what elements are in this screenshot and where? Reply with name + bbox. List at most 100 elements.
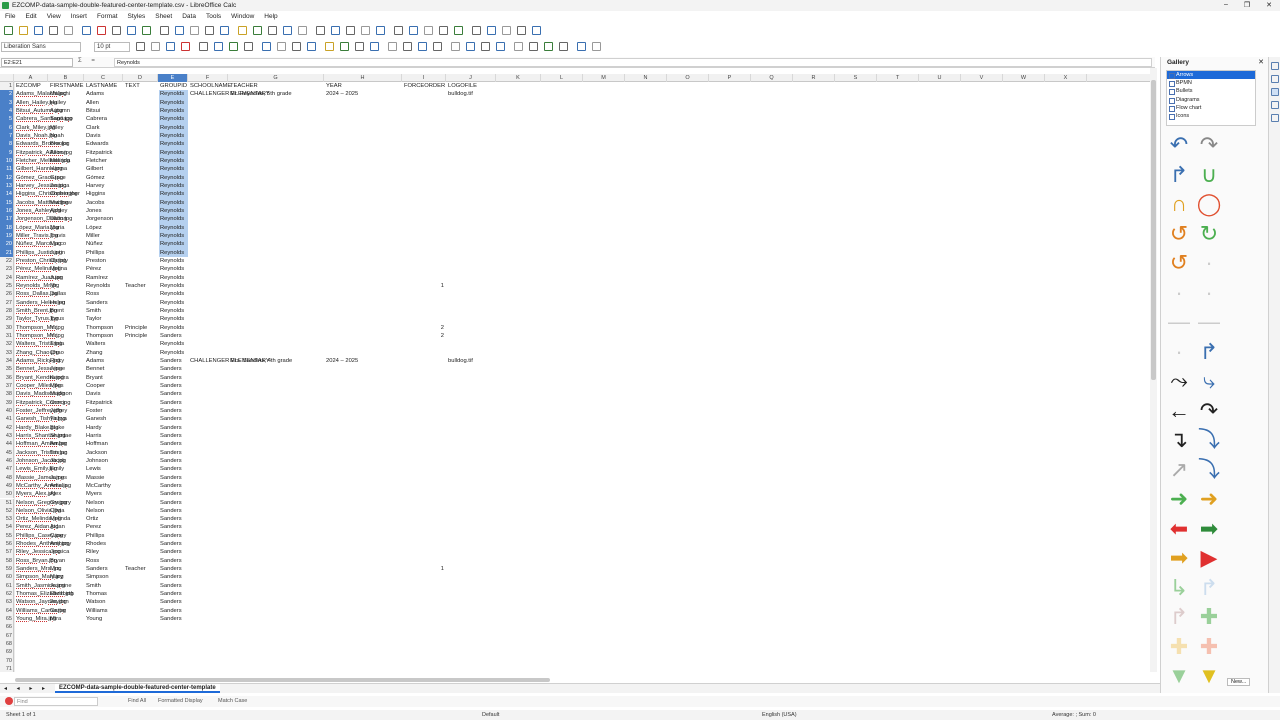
data-cell[interactable]: Reynolds (159, 223, 188, 232)
format-toolbar-icon[interactable] (214, 42, 223, 51)
gallery-arrow-icon[interactable]: · (1165, 279, 1193, 307)
column-title-cell[interactable]: SCHOOLNAME (189, 82, 231, 90)
data-cell[interactable]: Sanders (159, 382, 188, 390)
toolbar-icon[interactable] (112, 26, 121, 35)
row-header[interactable]: 31 (0, 331, 14, 341)
row-header[interactable]: 38 (0, 390, 14, 399)
row-header[interactable]: 47 (0, 465, 14, 474)
toolbar-icon[interactable] (34, 26, 43, 35)
data-cell[interactable]: Madison (49, 390, 84, 398)
toolbar-icon[interactable] (97, 26, 106, 35)
data-cell[interactable]: Sanders (159, 407, 188, 415)
column-title-cell[interactable]: GROUPID (159, 82, 188, 90)
format-toolbar-icon[interactable] (307, 42, 316, 51)
data-cell[interactable]: Casey (49, 532, 84, 540)
column-header-b[interactable]: B (48, 74, 84, 82)
properties-icon[interactable] (1271, 62, 1279, 70)
data-cell[interactable]: Mary (49, 573, 84, 581)
data-cell[interactable]: Reynolds (159, 106, 188, 116)
data-cell[interactable]: Gómez (85, 174, 123, 182)
vertical-scrollbar[interactable] (1150, 68, 1157, 672)
data-cell[interactable]: Sanders (159, 399, 188, 407)
data-cell[interactable]: Amber (49, 440, 84, 448)
data-cell[interactable]: Christopher (49, 190, 84, 198)
data-cell[interactable]: Smith (85, 582, 123, 590)
data-cell[interactable]: Melinda (49, 157, 84, 165)
data-cell[interactable]: Sanders (159, 465, 188, 473)
data-cell[interactable]: Phillips (85, 532, 123, 540)
toolbar-icon[interactable] (502, 26, 511, 35)
data-cell[interactable]: Myers_Alex.jpg (15, 490, 56, 498)
data-cell[interactable]: Jacob (49, 457, 84, 465)
row-header[interactable]: 63 (0, 598, 14, 607)
row-header[interactable]: 12 (0, 173, 14, 182)
data-cell[interactable]: Autumn (49, 107, 84, 115)
data-cell[interactable]: Adams (85, 357, 123, 365)
data-cell[interactable]: Reynolds (159, 257, 188, 265)
gallery-theme-list[interactable]: Arrows BPMN Bullets Diagrams Flow chart Icons (1166, 70, 1256, 126)
format-toolbar-icon[interactable] (292, 42, 301, 51)
data-cell[interactable]: Reynolds (159, 156, 188, 166)
data-cell[interactable]: Nelson_Olivia.jpg (15, 507, 61, 515)
data-cell[interactable]: Pérez_Melina.jpg (15, 265, 61, 273)
menu-item-tools[interactable]: Tools (201, 12, 226, 22)
data-cell[interactable]: Perez_Aidan.jpg (15, 523, 59, 531)
data-cell[interactable]: Smith_Brent.jpg (15, 307, 57, 315)
column-header-o[interactable]: O (667, 74, 709, 82)
gallery-arrow-icon[interactable]: ▶ (1195, 544, 1223, 572)
data-cell[interactable]: Emily (49, 465, 84, 473)
data-cell[interactable]: Johnson (85, 457, 123, 465)
data-cell[interactable]: Dallas (49, 290, 84, 298)
data-cell[interactable]: Clark (85, 124, 123, 132)
gallery-arrow-icon[interactable]: ∪ (1195, 161, 1223, 189)
toolbar-icon[interactable] (283, 26, 292, 35)
gallery-arrow-icon[interactable]: ↺ (1165, 220, 1193, 248)
column-header-f[interactable]: F (188, 74, 228, 82)
find-all-button[interactable]: Find All (128, 698, 146, 704)
data-cell[interactable]: Sanders_Helen.jpg (15, 299, 65, 307)
data-cell[interactable]: 2024 – 2025 (325, 90, 402, 98)
row-header[interactable]: 21 (0, 248, 14, 257)
gallery-arrow-icon[interactable]: ▼ (1165, 662, 1193, 690)
gallery-icon[interactable] (1271, 88, 1279, 96)
data-cell[interactable]: Phillips (85, 249, 123, 257)
data-cell[interactable]: bulldog.tif (447, 90, 496, 98)
data-cell[interactable]: Fitzpatrick (85, 149, 123, 157)
data-cell[interactable]: Edwards_Brooke.jpg (15, 140, 70, 148)
column-header-u[interactable]: U (919, 74, 961, 82)
data-cell[interactable]: Higgins_Christopher.jpg (15, 190, 78, 198)
row-header[interactable]: 4 (0, 106, 14, 116)
name-box[interactable]: E2:E21 (1, 58, 73, 67)
data-cell[interactable]: Aidan (49, 523, 84, 531)
toolbar-icon[interactable] (532, 26, 541, 35)
row-header[interactable]: 8 (0, 140, 14, 149)
row-header[interactable]: 41 (0, 415, 14, 424)
toolbar-icon[interactable] (346, 26, 355, 35)
data-cell[interactable]: Jasmine (49, 582, 84, 590)
data-cell[interactable]: Nelson (85, 499, 123, 507)
row-header[interactable]: 18 (0, 223, 14, 232)
data-cell[interactable]: Dalton (49, 215, 84, 223)
row-header[interactable]: 24 (0, 273, 14, 282)
data-cell[interactable]: Jackson (85, 449, 123, 457)
row-header[interactable]: 45 (0, 448, 14, 457)
data-cell[interactable]: Teacher (124, 565, 158, 573)
row-header[interactable]: 36 (0, 373, 14, 382)
column-title-cell[interactable]: LASTNAME (85, 82, 123, 90)
data-cell[interactable]: Trista (49, 340, 84, 348)
data-cell[interactable]: Bennet_Jesse.jpg (15, 365, 62, 373)
gallery-arrow-icon[interactable]: ⬅ (1165, 515, 1193, 543)
row-header[interactable]: 33 (0, 348, 14, 357)
data-cell[interactable]: Hanna (49, 165, 84, 173)
data-cell[interactable]: Jones (85, 207, 123, 215)
data-cell[interactable]: Allison (49, 149, 84, 157)
column-title-cell[interactable]: YEAR (325, 82, 402, 90)
data-cell[interactable]: Reynolds (159, 181, 188, 191)
data-cell[interactable]: Bitsui_Autumn.jpg (15, 107, 63, 115)
gallery-theme-icons[interactable]: Icons (1167, 112, 1255, 121)
data-cell[interactable]: Reynolds (159, 324, 188, 332)
data-cell[interactable]: Watson_Jayden.jpg (15, 598, 67, 606)
data-cell[interactable]: Fletcher_Melinda.jpg (15, 157, 70, 165)
data-cell[interactable]: Foster_Jeffrey.jpg (15, 407, 62, 415)
row-header[interactable]: 54 (0, 523, 14, 532)
